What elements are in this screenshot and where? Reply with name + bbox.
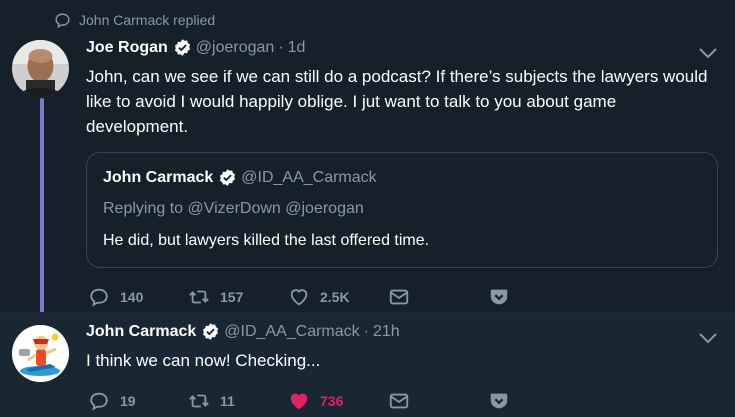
author-handle[interactable]: @ID_AA_Carmack [224, 323, 359, 341]
like-count: 2.5K [320, 289, 350, 305]
reply-button[interactable]: 19 [88, 390, 188, 412]
quoted-author-name: John Carmack [103, 168, 214, 186]
chevron-down-icon[interactable] [698, 331, 718, 345]
timeline: John Carmack replied Joe Rogan @joerogan… [0, 0, 735, 417]
retweet-button[interactable]: 157 [188, 286, 288, 308]
tweet-header: Joe Rogan @joerogan · 1d [86, 38, 305, 57]
reply-icon [90, 288, 108, 307]
heart-icon [290, 289, 308, 306]
quoted-tweet-header: John Carmack @ID_AA_Carmack [103, 168, 377, 187]
reply-count: 140 [120, 289, 144, 305]
verified-badge-icon [203, 323, 219, 340]
tweet-text: I think we can now! Checking... [86, 351, 321, 370]
reply-count: 19 [120, 393, 136, 409]
joe-rogan-avatar-image [12, 40, 69, 97]
envelope-icon [389, 289, 409, 305]
reply-icon [90, 392, 108, 411]
heart-filled-icon [290, 393, 308, 410]
like-count: 736 [320, 393, 344, 409]
social-context[interactable]: John Carmack replied [54, 10, 215, 30]
tweet-timestamp[interactable]: 21h [373, 323, 400, 341]
quoted-tweet[interactable]: John Carmack @ID_AA_Carmack Replying to … [86, 152, 718, 268]
retweet-icon [189, 290, 209, 304]
commander-keen-avatar-image [12, 325, 69, 382]
tweet-timestamp[interactable]: 1d [288, 39, 306, 57]
like-button[interactable]: 736 [288, 390, 388, 412]
chevron-down-icon[interactable] [698, 46, 718, 60]
pocket-button[interactable] [488, 390, 528, 412]
reply-bubble-icon [55, 12, 70, 28]
social-context-text: John Carmack replied [79, 12, 216, 28]
envelope-icon [389, 393, 409, 409]
avatar[interactable] [12, 325, 69, 382]
avatar[interactable] [12, 40, 69, 97]
verified-badge-icon [220, 169, 236, 186]
retweet-count: 157 [220, 289, 244, 305]
share-button[interactable] [388, 286, 488, 308]
pocket-icon [490, 289, 508, 305]
quoted-tweet-text: He did, but lawyers killed the last offe… [103, 232, 430, 249]
share-button[interactable] [388, 390, 488, 412]
tweet-header: John Carmack @ID_AA_Carmack · 21h [86, 322, 400, 341]
like-button[interactable]: 2.5K [288, 286, 388, 308]
tweet-text: John, can we see if we can still do a po… [86, 67, 708, 136]
tweet-actions: 19 11 736 [88, 390, 528, 412]
thread-connector [40, 98, 44, 316]
author-name[interactable]: Joe Rogan [86, 39, 168, 57]
header-separator: · [278, 38, 284, 56]
header-separator: · [363, 322, 369, 340]
pocket-button[interactable] [488, 286, 528, 308]
pocket-icon [490, 393, 508, 409]
verified-badge-icon [174, 39, 190, 56]
retweet-count: 11 [220, 393, 235, 409]
reply-button[interactable]: 140 [88, 286, 188, 308]
retweet-button[interactable]: 11 [188, 390, 288, 412]
retweet-icon [189, 394, 209, 408]
tweet-actions: 140 157 2.5K [88, 286, 528, 308]
quoted-author-handle: @ID_AA_Carmack [241, 168, 377, 186]
author-handle[interactable]: @joerogan [196, 39, 275, 57]
quoted-replying-to: Replying to @VizerDown @joerogan [103, 200, 364, 217]
author-name[interactable]: John Carmack [86, 323, 196, 341]
